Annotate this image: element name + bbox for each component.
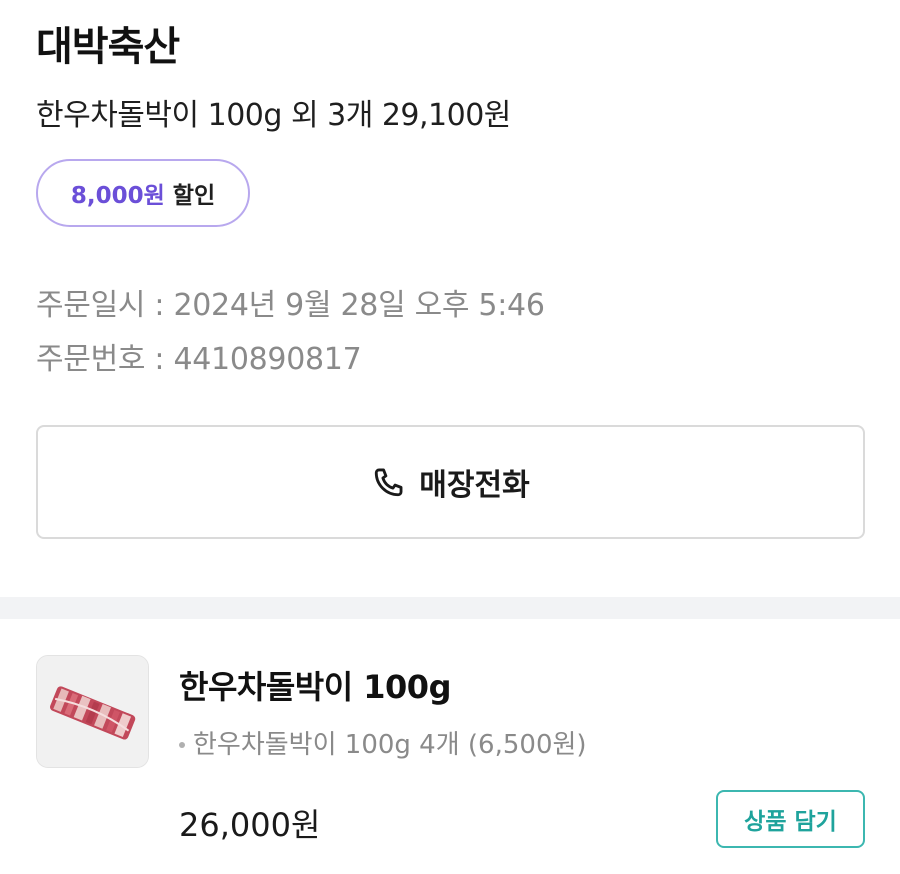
discount-label: 할인 xyxy=(172,183,216,209)
call-store-label: 매장전화 xyxy=(419,468,530,503)
order-date-label: 주문일시 : xyxy=(36,288,174,323)
order-summary: 한우차돌박이 100g 외 3개 29,100원 xyxy=(36,98,511,133)
order-date-value: 2024년 9월 28일 오후 5:46 xyxy=(173,288,545,323)
discount-amount: 8,000원 xyxy=(70,183,165,209)
product-price: 26,000원 xyxy=(179,806,321,844)
product-option-text: 한우차돌박이 100g 4개 (6,500원) xyxy=(193,730,587,760)
order-number-label: 주문번호 : xyxy=(36,342,174,377)
add-to-cart-button[interactable]: 상품 담기 xyxy=(716,790,865,848)
discount-badge: 8,000원 할인 xyxy=(36,159,250,227)
order-date: 주문일시 : 2024년 9월 28일 오후 5:46 xyxy=(36,280,545,324)
section-divider xyxy=(0,597,900,619)
bullet-icon xyxy=(179,741,185,748)
call-store-button[interactable]: 매장전화 xyxy=(36,425,865,539)
product-thumbnail[interactable] xyxy=(36,655,149,768)
product-option: 한우차돌박이 100g 4개 (6,500원) xyxy=(179,724,587,761)
order-number-value: 4410890817 xyxy=(173,342,362,377)
order-number: 주문번호 : 4410890817 xyxy=(36,334,362,378)
sliced-beef-image xyxy=(37,656,148,767)
product-name: 한우차돌박이 100g xyxy=(179,668,451,706)
phone-icon xyxy=(371,464,407,500)
store-name: 대박축산 xyxy=(36,24,180,70)
